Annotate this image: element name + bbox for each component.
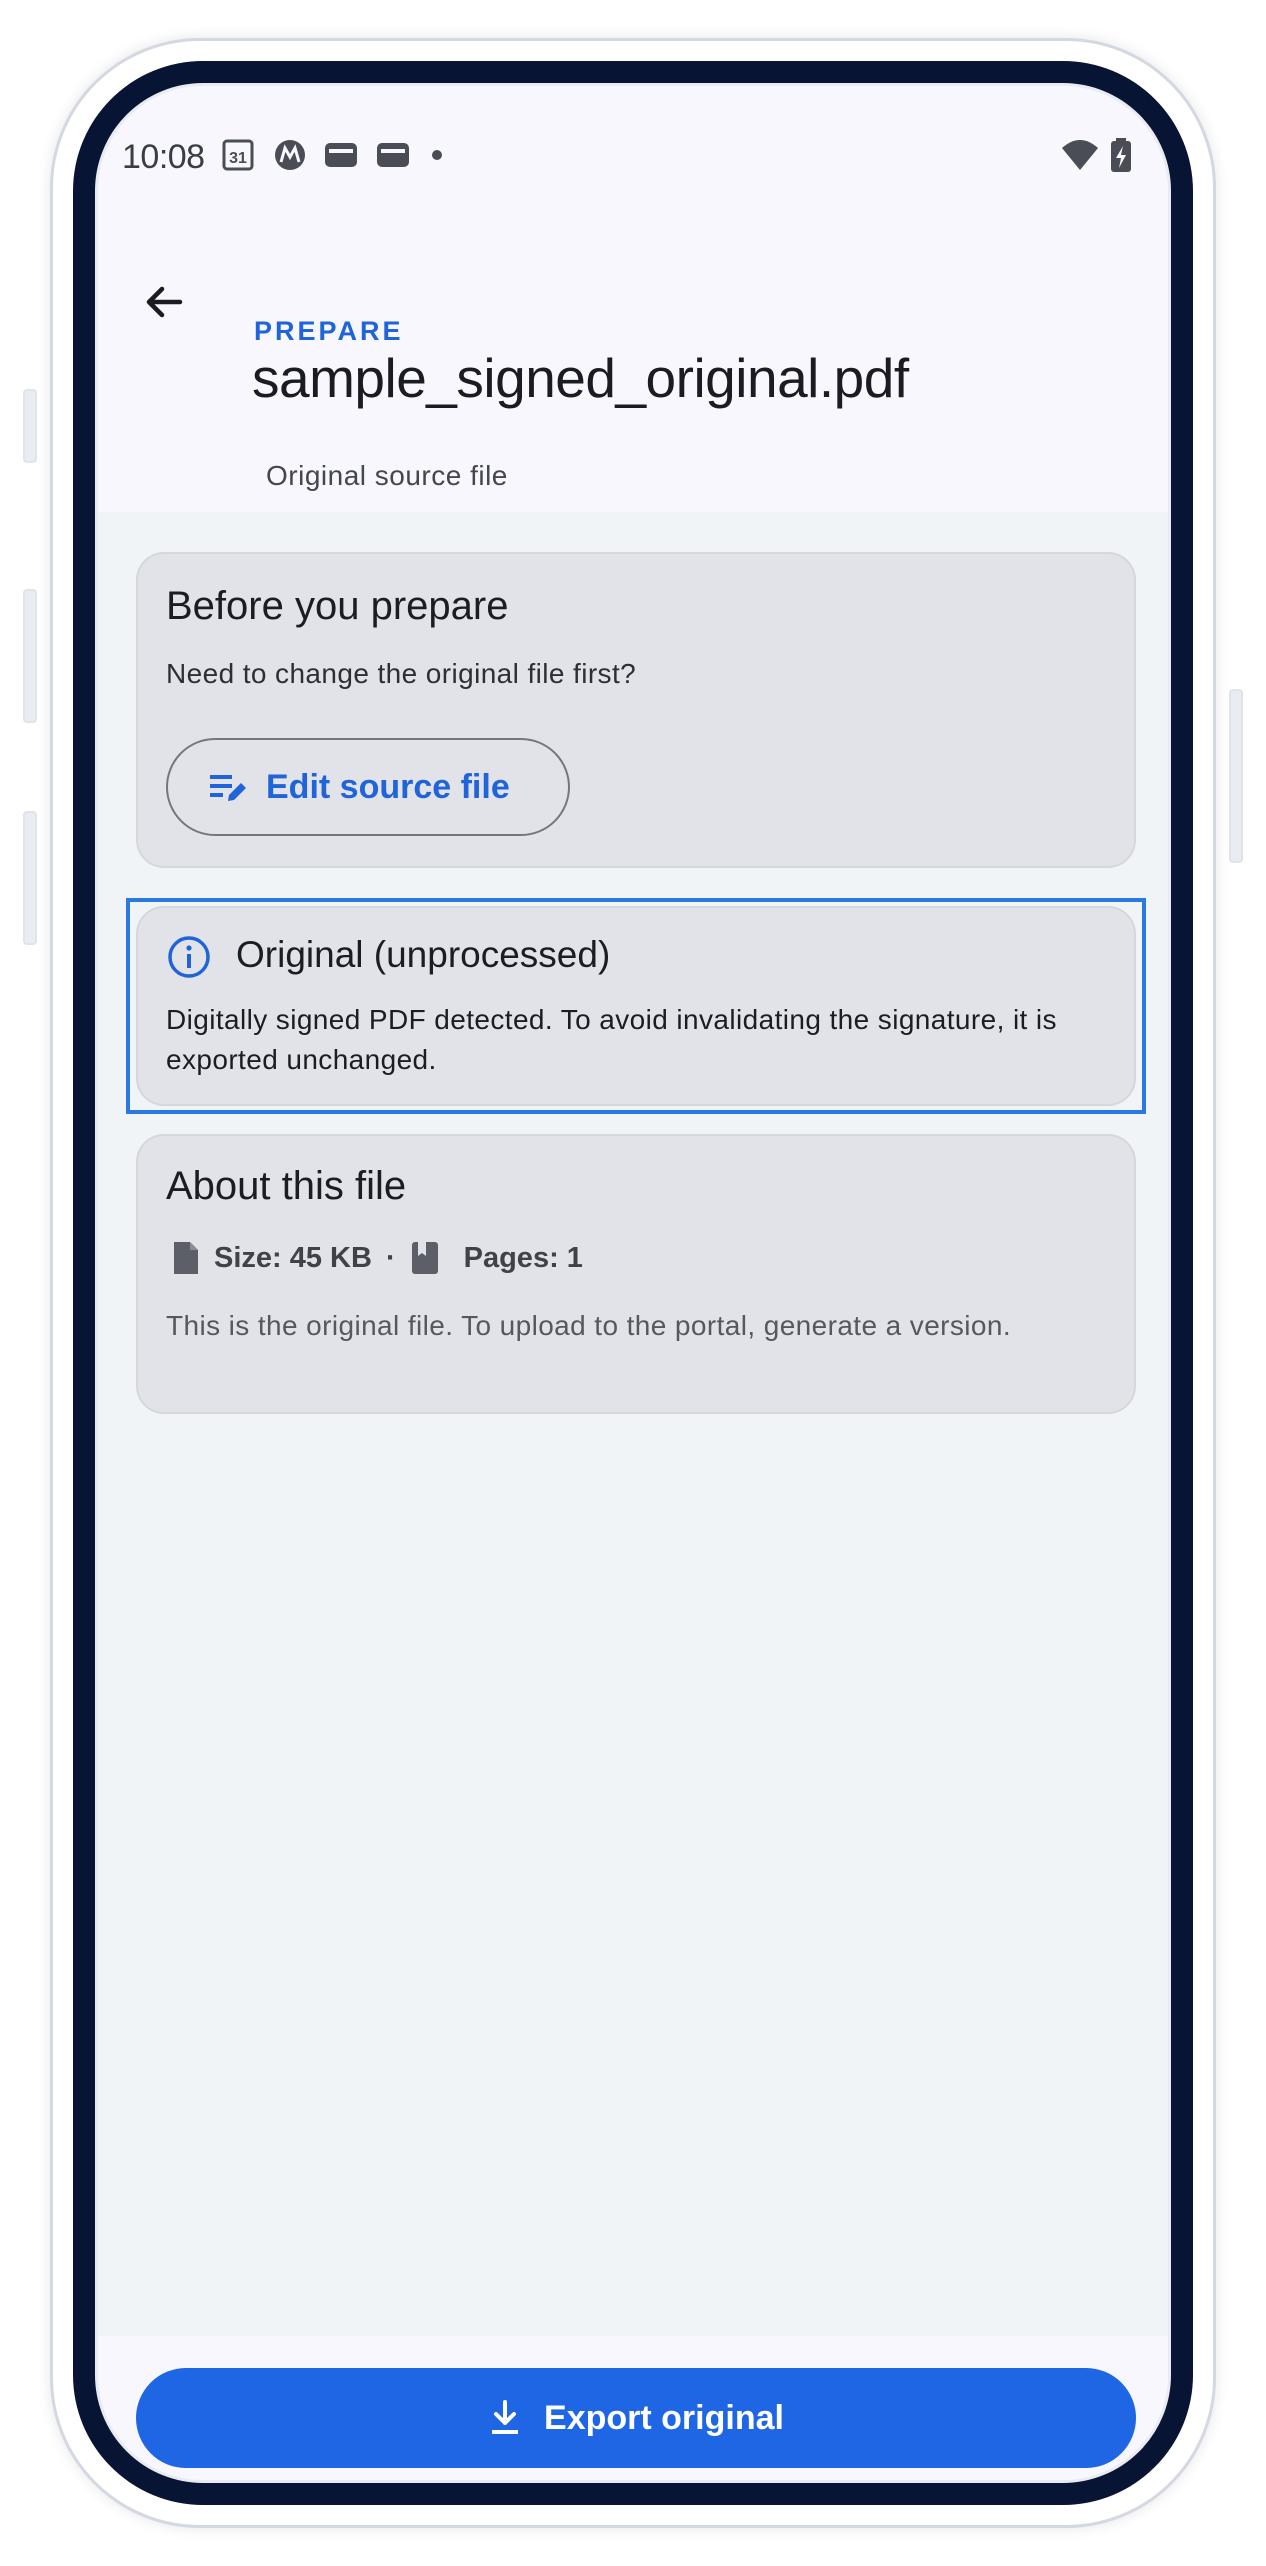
arrow-back-icon (146, 286, 183, 318)
download-icon (492, 2400, 519, 2434)
svg-text:31: 31 (229, 150, 247, 167)
calendar-icon: 31 (221, 137, 257, 178)
status-time: 10:08 (122, 137, 205, 176)
side-button (23, 589, 37, 723)
side-button (1229, 689, 1243, 863)
side-button (23, 389, 37, 463)
info-icon (166, 934, 212, 985)
before-prepare-text: Need to change the original file first? (166, 658, 637, 689)
status-bar: 10:08 31 (98, 86, 1168, 206)
back-button[interactable] (134, 272, 194, 332)
header-kicker: PREPARE (254, 316, 404, 346)
book-icon (411, 1242, 438, 1274)
notice-title: Original (unprocessed) (236, 934, 611, 975)
phone-frame: 10:08 31 PREPARE sample_signed_original.… (23, 38, 1243, 2528)
export-original-button[interactable]: Export original (136, 2368, 1136, 2468)
file-meta-row: Size: 45 KB · Pages: 1 (172, 1240, 583, 1276)
screen: 10:08 31 PREPARE sample_signed_original.… (95, 83, 1171, 2483)
system-icons (1060, 137, 1132, 178)
meta-separator: · (385, 1241, 396, 1274)
wallet-icon (375, 140, 411, 175)
original-notice-card[interactable]: Original (unprocessed) Digitally signed … (136, 906, 1136, 1106)
battery-charging-icon (1110, 137, 1132, 178)
about-file-note: This is the original file. To upload to … (166, 1310, 1012, 1341)
before-prepare-title: Before you prepare (166, 584, 509, 628)
edit-note-icon (210, 775, 246, 801)
bottom-action-bar: Export original (98, 2336, 1168, 2480)
side-button (23, 811, 37, 945)
dot-icon (427, 145, 447, 170)
page-title: sample_signed_original.pdf (252, 347, 909, 409)
notification-icons: 31 (221, 137, 447, 178)
wallet-icon (323, 140, 359, 175)
about-file-title: About this file (166, 1164, 407, 1208)
before-prepare-card: Before you prepare Need to change the or… (136, 552, 1136, 868)
phone-bezel: 10:08 31 PREPARE sample_signed_original.… (73, 61, 1193, 2505)
page-subtitle: Original source file (266, 460, 508, 491)
app-header: PREPARE sample_signed_original.pdf Origi… (98, 206, 1168, 512)
file-size: Size: 45 KB (214, 1241, 372, 1274)
notice-text: Digitally signed PDF detected. To avoid … (166, 1004, 1057, 1075)
motorola-icon (273, 138, 307, 177)
edit-source-file-label: Edit source file (266, 767, 510, 806)
export-original-label: Export original (544, 2398, 784, 2437)
file-icon (174, 1242, 198, 1274)
file-pages: Pages: 1 (463, 1241, 583, 1274)
about-file-card: About this file Size: 45 KB · Pages: 1 T… (136, 1134, 1136, 1414)
edit-source-file-button[interactable]: Edit source file (166, 738, 570, 836)
wifi-icon (1060, 138, 1100, 177)
